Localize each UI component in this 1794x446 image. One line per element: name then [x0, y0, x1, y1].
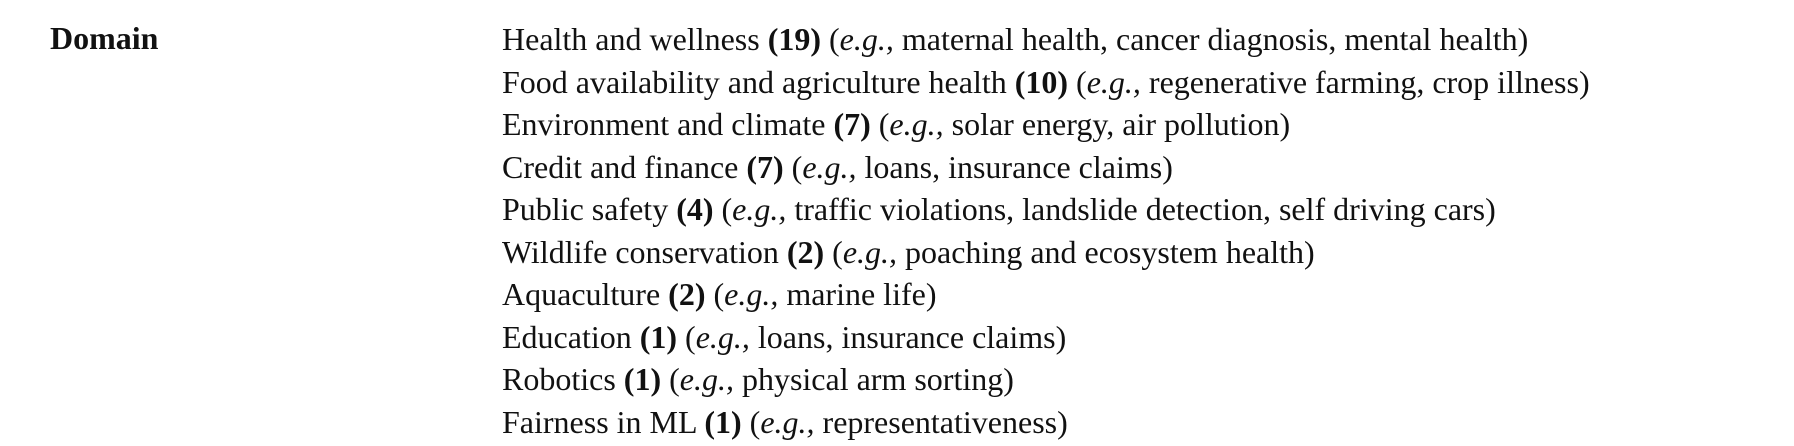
domain-count: (4) [676, 191, 714, 227]
domain-count: (7) [833, 106, 871, 142]
domain-name: Food availability and agriculture health [502, 63, 1007, 100]
eg-abbrev: e.g., [1086, 63, 1141, 100]
domain-row: Credit and finance (7) (e.g., loans, ins… [502, 148, 1173, 185]
domain-list: Health and wellness (19) (e.g., maternal… [502, 18, 1590, 443]
domain-name: Health and wellness [502, 21, 760, 57]
domain-examples: loans, insurance claims) [757, 318, 1067, 355]
domain-name: Robotics [502, 361, 616, 397]
domain-examples: poaching and ecosystem health) [905, 233, 1315, 270]
domain-examples: physical arm sorting) [741, 361, 1014, 397]
eg-abbrev: e.g., [695, 318, 750, 355]
domain-examples: regenerative farming, crop illness) [1148, 63, 1590, 100]
domain-label: Domain [50, 20, 159, 56]
domain-row: Food availability and agriculture health… [502, 63, 1590, 100]
domain-examples: solar energy, air pollution) [951, 106, 1291, 142]
domain-examples: traffic violations, landslide detection,… [794, 191, 1496, 227]
domain-name: Education [502, 318, 632, 355]
domain-row: Fairness in ML (1) (e.g., representative… [502, 403, 1068, 440]
domain-row: Education (1) (e.g., loans, insurance cl… [502, 318, 1067, 355]
domain-row: Wildlife conservation (2) (e.g., poachin… [502, 233, 1315, 270]
eg-abbrev: e.g., [679, 361, 734, 397]
domain-count: (1) [623, 361, 662, 397]
domain-row: Robotics (1) (e.g., physical arm sorting… [502, 361, 1014, 397]
domain-table: Domain Health and wellness (19) (e.g., m… [0, 0, 1794, 446]
domain-row: Public safety (4) (e.g., traffic violati… [502, 191, 1496, 227]
domain-examples: loans, insurance claims) [864, 148, 1173, 185]
domain-count: (2) [786, 233, 825, 270]
domain-count: (7) [746, 148, 784, 185]
eg-abbrev: e.g., [760, 403, 815, 440]
domain-row: Environment and climate (7) (e.g., solar… [502, 106, 1291, 142]
domain-name: Aquaculture [502, 276, 661, 312]
domain-count: (2) [668, 276, 706, 312]
domain-name: Wildlife conservation [502, 233, 779, 270]
eg-abbrev: e.g., [802, 148, 857, 185]
domain-count: (19) [767, 21, 822, 57]
domain-name: Credit and finance [502, 148, 739, 185]
eg-abbrev: e.g., [724, 276, 779, 312]
eg-abbrev: e.g., [889, 106, 944, 142]
eg-abbrev: e.g., [732, 191, 787, 227]
domain-count: (1) [704, 403, 742, 440]
domain-name: Fairness in ML [502, 403, 697, 440]
domain-examples: maternal health, cancer diagnosis, menta… [901, 21, 1529, 57]
eg-abbrev: e.g., [842, 233, 898, 270]
domain-examples: marine life) [786, 276, 937, 312]
domain-row: Aquaculture (2) (e.g., marine life) [502, 276, 937, 312]
domain-row: Health and wellness (19) (e.g., maternal… [502, 21, 1529, 57]
domain-examples: representativeness) [822, 403, 1068, 440]
eg-abbrev: e.g., [839, 21, 894, 57]
domain-name: Public safety [502, 191, 669, 227]
domain-count: (10) [1014, 63, 1069, 100]
domain-name: Environment and climate [502, 106, 826, 142]
domain-count: (1) [639, 318, 678, 355]
